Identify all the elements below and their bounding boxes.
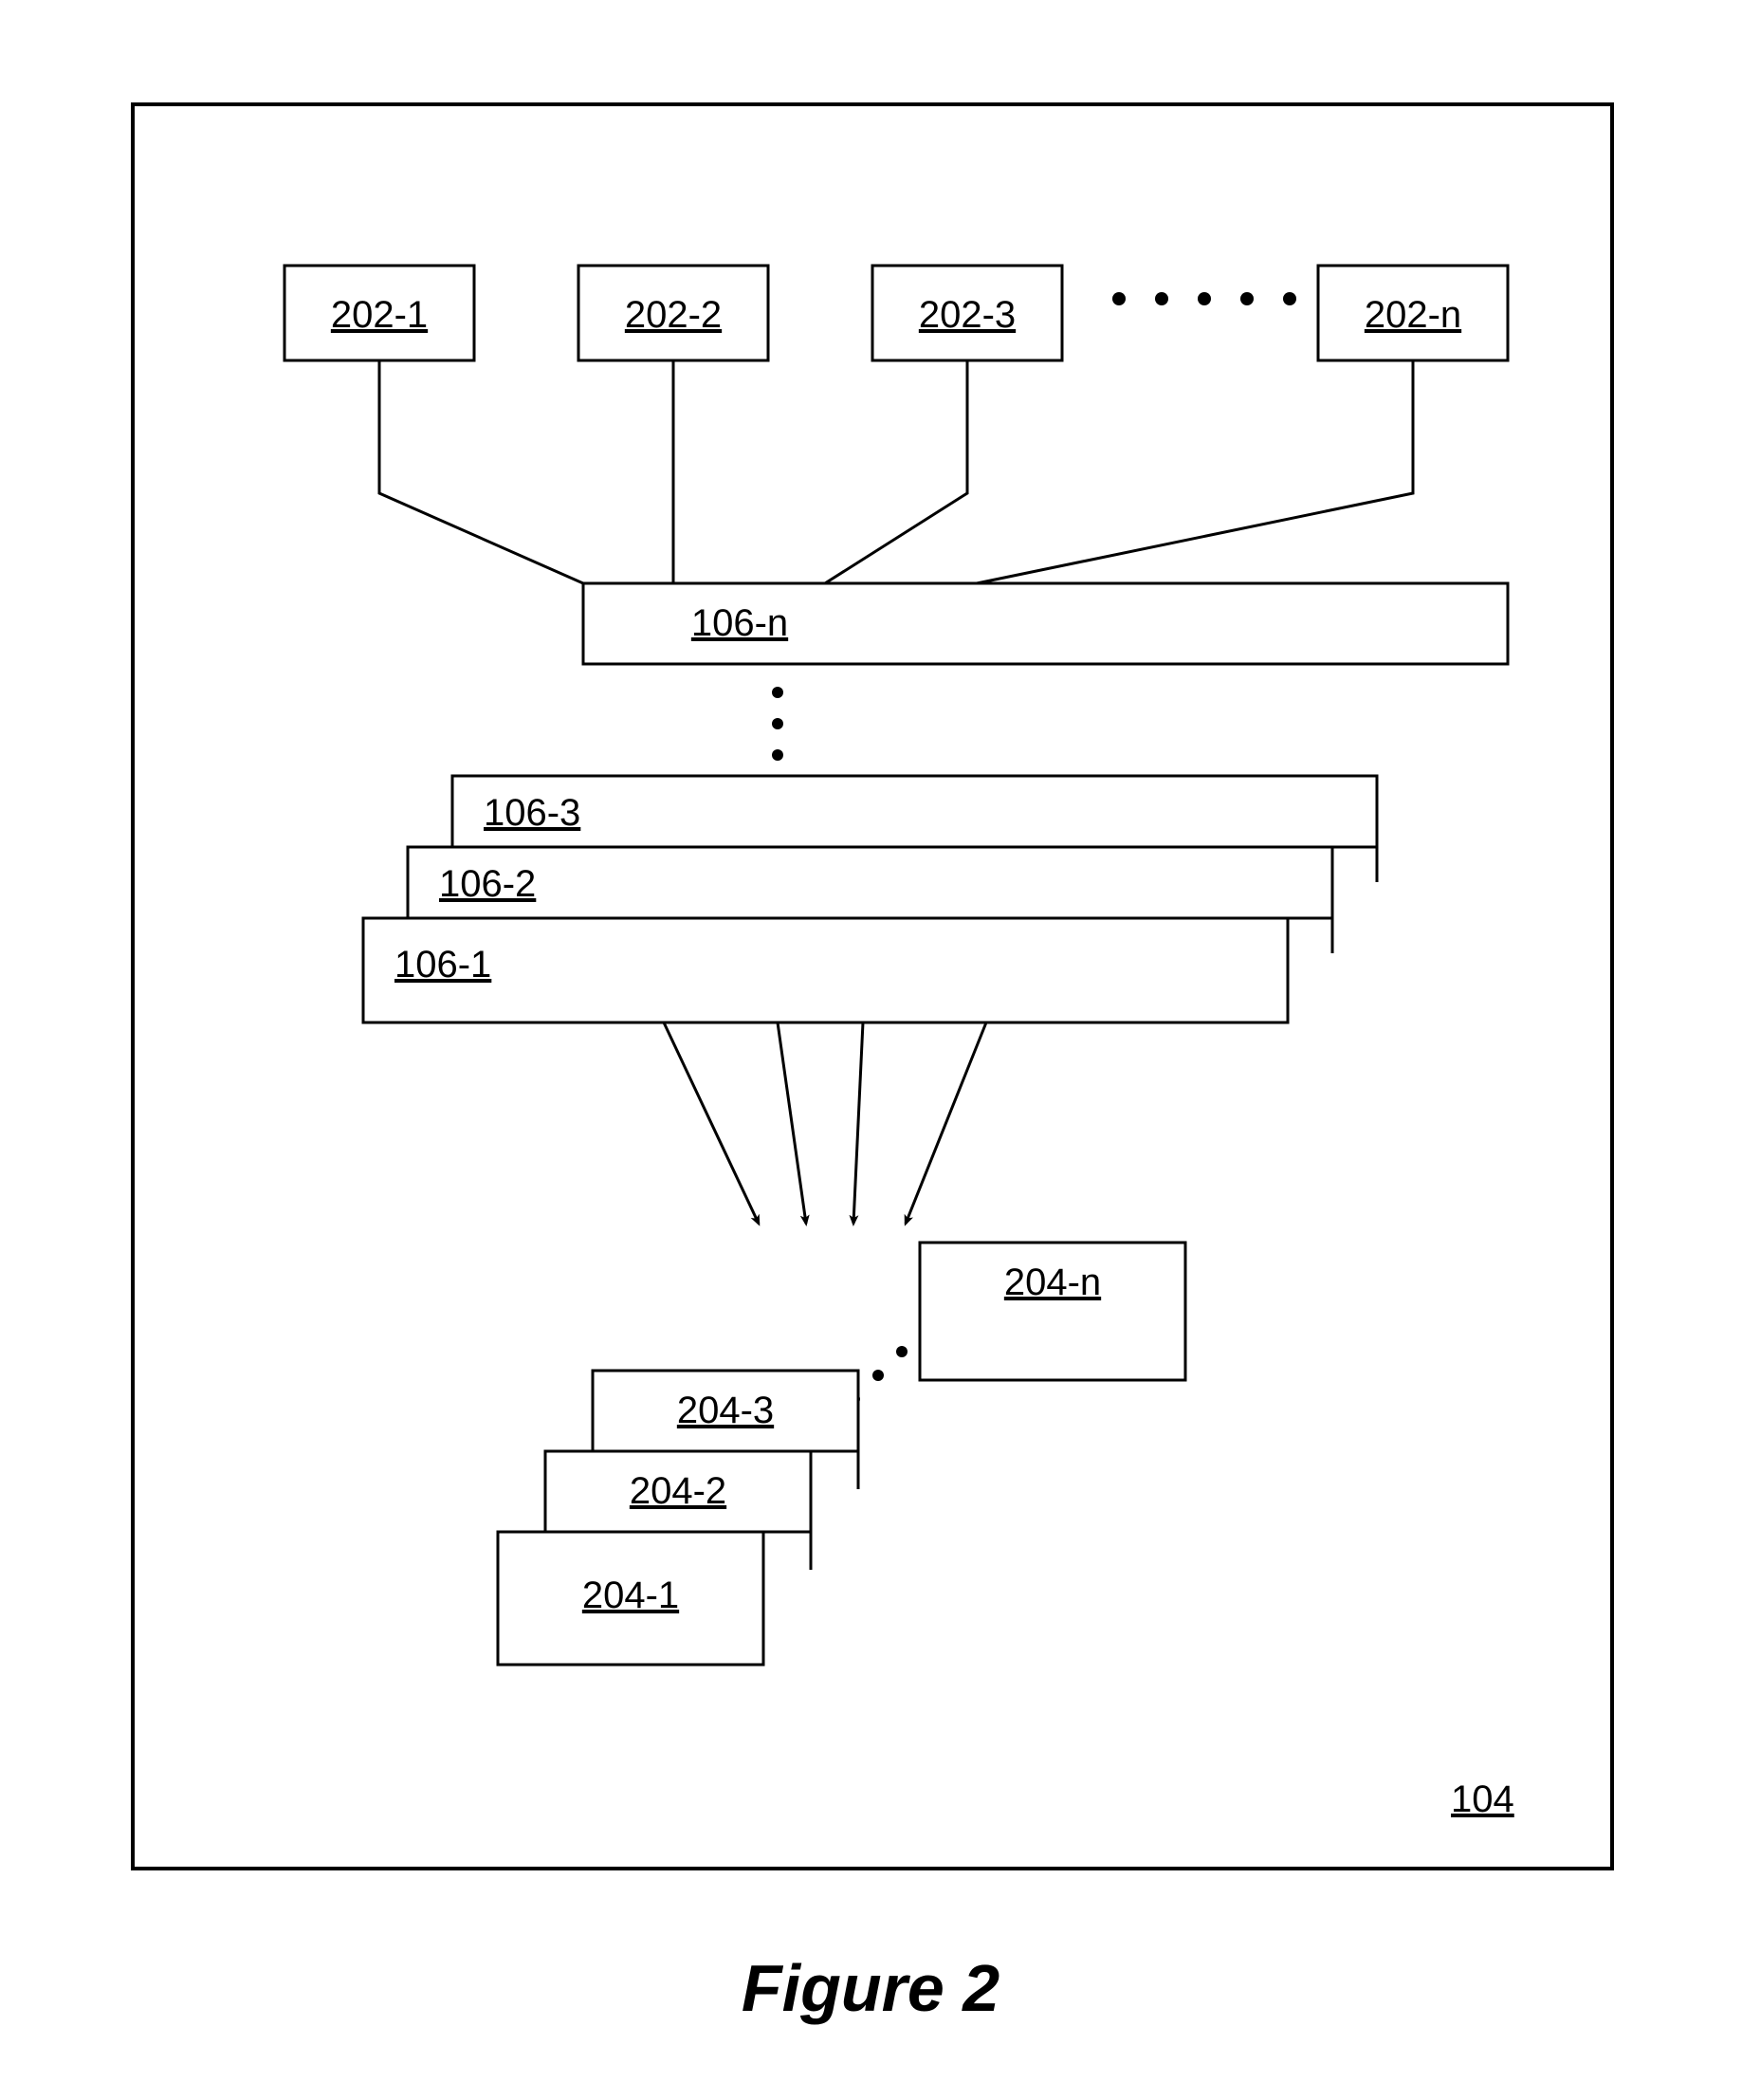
label-204-1: 204-1 — [582, 1575, 679, 1616]
label-106-n: 106-n — [691, 602, 788, 644]
diagram-canvas: 202-1 202-2 202-3 202-n 106-n 106-3 106-… — [0, 0, 1742, 2100]
label-106-2: 106-2 — [439, 863, 536, 905]
top-row: 202-1 202-2 202-3 202-n — [284, 266, 1508, 360]
label-202-1: 202-1 — [331, 294, 428, 336]
ellipsis-dot — [896, 1346, 908, 1357]
figure-caption: Figure 2 — [742, 1951, 999, 2025]
ellipsis-dot — [1240, 292, 1254, 305]
ellipsis-dot — [772, 749, 783, 761]
label-202-3: 202-3 — [919, 294, 1016, 336]
ellipsis-dot — [1112, 292, 1126, 305]
label-106-1: 106-1 — [394, 944, 491, 986]
ellipsis-dot — [872, 1370, 884, 1381]
output-stack: 204-n 204-3 204-2 204-1 — [498, 1243, 1185, 1665]
ellipsis-dot — [1155, 292, 1168, 305]
frame-id: 104 — [1451, 1778, 1514, 1820]
layer-106-1 — [363, 918, 1288, 1022]
label-202-2: 202-2 — [625, 294, 722, 336]
ellipsis-dot — [1198, 292, 1211, 305]
ellipsis-dot — [1283, 292, 1296, 305]
label-202-n: 202-n — [1365, 294, 1461, 336]
label-204-2: 204-2 — [630, 1470, 726, 1512]
ellipsis-dot — [772, 687, 783, 698]
label-204-3: 204-3 — [677, 1390, 774, 1431]
label-106-3: 106-3 — [484, 792, 580, 834]
top-connectors — [379, 360, 1413, 583]
ellipsis-dot — [772, 718, 783, 729]
arrows-down — [664, 1022, 986, 1224]
layer-106-3 — [452, 776, 1377, 847]
layer-106-2 — [408, 847, 1332, 918]
label-204-n: 204-n — [1004, 1262, 1101, 1303]
